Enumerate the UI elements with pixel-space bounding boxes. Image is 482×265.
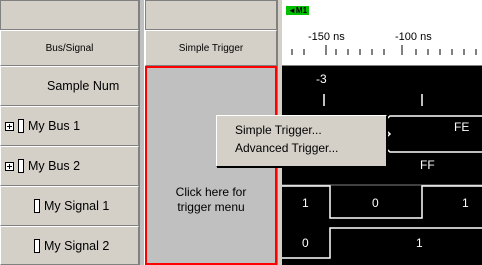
trigger-header-top	[145, 0, 277, 30]
trigger-column-header[interactable]: Simple Trigger	[145, 30, 277, 66]
signal-row-my-signal-1[interactable]: My Signal 1	[0, 186, 139, 226]
bus-signal-column-header[interactable]: Bus/Signal	[0, 30, 139, 66]
signal-icon	[34, 199, 40, 213]
signal-name: Sample Num	[47, 79, 120, 93]
trigger-hint: Click here for trigger menu	[147, 185, 275, 215]
signal-row-sample-num[interactable]: Sample Num	[0, 66, 139, 106]
signal-row-my-signal-2[interactable]: My Signal 2	[0, 226, 139, 265]
bus-icon	[18, 119, 24, 133]
signal-name: My Bus 1	[28, 119, 81, 133]
trigger-header-label: Simple Trigger	[178, 42, 244, 54]
signal-icon	[34, 238, 40, 253]
signal-row-my-bus-1[interactable]: My Bus 1	[0, 106, 139, 146]
menu-item-simple-trigger[interactable]: Simple Trigger...	[217, 121, 386, 139]
signal2-value-a: 0	[302, 236, 309, 250]
signal1-value-c: 1	[462, 196, 469, 210]
marker-arrow-icon: ◄	[288, 6, 296, 15]
signal-row-my-bus-2[interactable]: My Bus 2	[0, 146, 139, 186]
signal2-value-b: 1	[416, 236, 423, 250]
trigger-hint-line2: trigger menu	[177, 200, 245, 214]
signal1-value-b: 0	[372, 196, 379, 210]
trigger-context-menu: Simple Trigger... Advanced Trigger...	[216, 115, 387, 167]
signal-name: My Bus 2	[28, 159, 81, 173]
expand-icon[interactable]	[5, 121, 14, 131]
bus-signal-header-label: Bus/Signal	[45, 42, 94, 54]
signal-name: My Signal 2	[44, 238, 110, 253]
bus-icon	[18, 159, 24, 173]
marker-label: M1	[295, 6, 308, 15]
bus2-value: FF	[420, 158, 435, 172]
signal-name: My Signal 1	[44, 199, 110, 213]
trigger-hint-line1: Click here for	[175, 185, 247, 199]
tick-label-150: -150 ns	[308, 31, 345, 43]
expand-icon[interactable]	[5, 161, 14, 171]
sample-num-value: -3	[316, 72, 327, 86]
time-ruler[interactable]: ◄M1 -150 ns -100 ns	[282, 0, 482, 66]
marker-m1-tag[interactable]: ◄M1	[286, 6, 310, 15]
signal1-value-a: 1	[302, 196, 309, 210]
bus-signal-header-top	[0, 0, 139, 30]
tick-label-100: -100 ns	[395, 31, 432, 43]
bus1-value: FE	[454, 120, 470, 134]
menu-item-advanced-trigger[interactable]: Advanced Trigger...	[217, 139, 386, 157]
ruler-ticks	[291, 45, 477, 55]
